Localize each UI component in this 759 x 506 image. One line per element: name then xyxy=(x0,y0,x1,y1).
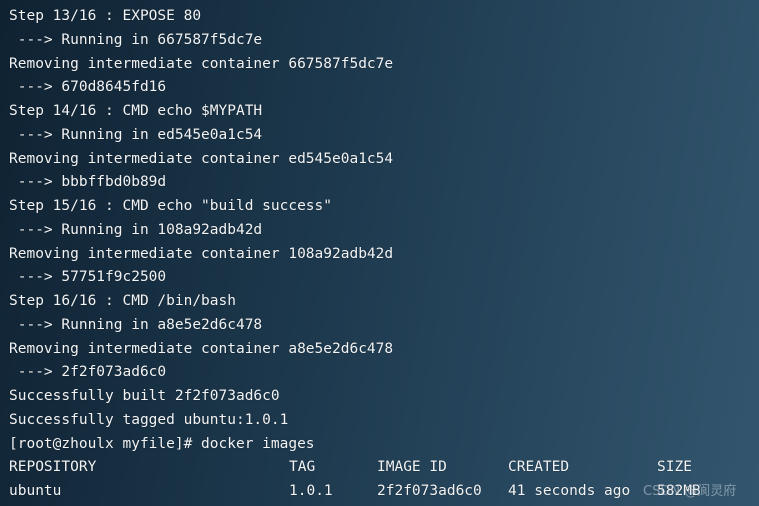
output-line: Step 13/16 : EXPOSE 80 xyxy=(9,8,202,24)
header-created: CREATED xyxy=(508,459,570,476)
output-line: Successfully built 2f2f073ad6c0 xyxy=(9,388,280,404)
output-line: ---> Running in a8e5e2d6c478 xyxy=(9,316,263,333)
output-line: Removing intermediate container ed545e0a… xyxy=(9,150,394,167)
output-line: ---> Running in 667587f5dc7e xyxy=(9,31,263,48)
output-line: Removing intermediate container 667587f5… xyxy=(9,55,394,72)
output-line: Successfully tagged ubuntu:1.0.1 xyxy=(9,411,289,428)
cell-image-id: 2f2f073ad6c0 xyxy=(377,483,482,499)
shell-prompt-command: [root@zhoulx myfile]# docker images xyxy=(9,435,315,452)
output-line: ---> 57751f9c2500 xyxy=(9,269,167,286)
output-line: Removing intermediate container 108a92ad… xyxy=(9,245,394,262)
terminal-output: Step 13/16 : EXPOSE 80 ---> Running in 6… xyxy=(9,5,754,504)
header-size: SIZE xyxy=(657,459,692,476)
output-line: Step 14/16 : CMD echo $MYPATH xyxy=(9,103,263,119)
cell-created: 41 seconds ago xyxy=(508,483,631,499)
header-image-id: IMAGE ID xyxy=(377,459,447,476)
output-line: ---> Running in 108a92adb42d xyxy=(9,221,263,238)
output-line: ---> 670d8645fd16 xyxy=(9,79,167,96)
output-line: Step 16/16 : CMD /bin/bash xyxy=(9,293,236,309)
output-line: ---> Running in ed545e0a1c54 xyxy=(9,126,263,143)
output-line: ---> 2f2f073ad6c0 xyxy=(9,364,167,381)
header-repository: REPOSITORY xyxy=(9,459,97,476)
header-tag: TAG xyxy=(289,459,316,476)
cell-repository: ubuntu xyxy=(9,483,62,499)
output-line: Removing intermediate container a8e5e2d6… xyxy=(9,340,394,357)
images-table-header: REPOSITORY TAG IMAGE ID CREATED SIZE xyxy=(9,456,754,480)
watermark: CSDN @阆灵府 xyxy=(643,484,737,499)
cell-tag: 1.0.1 xyxy=(289,483,333,499)
output-line: Step 15/16 : CMD echo "build success" xyxy=(9,198,333,214)
output-line: ---> bbbffbd0b89d xyxy=(9,174,167,191)
